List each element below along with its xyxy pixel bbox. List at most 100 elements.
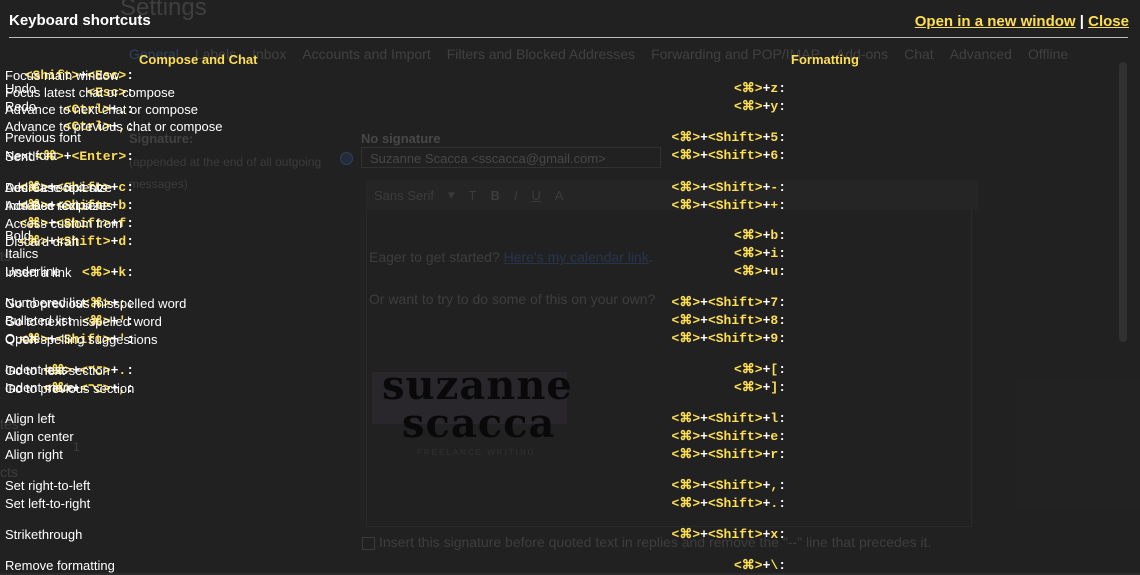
key: <⌘>: [733, 246, 763, 261]
shortcut-description: Decrease text size: [5, 180, 112, 195]
shortcut-row: <⌘>+<Shift>+8: Bulleted list: [0, 312, 786, 330]
shortcut-description: Redo: [5, 99, 37, 114]
key: <Shift>: [707, 478, 763, 493]
shortcut-keys: <⌘>+<Shift>+5:: [671, 130, 786, 145]
shortcut-row: <⌘>+<Shift>++: Increase text size: [0, 197, 786, 215]
compose-chat-heading: Compose and Chat: [139, 52, 258, 67]
shortcut-keys: <⌘>+<Shift>++:: [671, 198, 786, 213]
shortcut-description: Underline: [5, 264, 61, 279]
shortcut-row: <⌘>+<Shift>+9: Quote: [0, 330, 786, 348]
shortcut-keys: <⌘>+[:: [733, 362, 786, 377]
close-link[interactable]: Close: [1088, 13, 1129, 30]
key: <⌘>: [671, 447, 701, 462]
shortcut-description: Set right-to-left: [5, 478, 91, 493]
shortcut-row: <⌘>+z: Undo: [0, 80, 786, 98]
header-divider: [9, 37, 1128, 38]
key: <⌘>: [671, 148, 701, 163]
key: <⌘>: [671, 295, 701, 310]
shortcut-description: Quote: [5, 331, 41, 346]
shortcut-row: <⌘>+<Shift>+,: Set right-to-left: [0, 477, 786, 495]
shortcut-keys: <⌘>+u:: [733, 264, 786, 279]
key: <Shift>: [707, 496, 763, 511]
shortcut-keys: <⌘>+<Shift>+8:: [671, 313, 786, 328]
shortcut-description: Bold: [5, 228, 32, 243]
shortcut-description: Next font: [5, 148, 58, 163]
key: <⌘>: [671, 313, 701, 328]
shortcut-row: <⌘>+<Shift>+5: Previous font: [0, 129, 786, 147]
shortcut-description: Indent less: [5, 362, 68, 377]
shortcut-keys: <⌘>+b:: [733, 228, 786, 243]
shortcut-keys: <⌘>+<Shift>+r:: [671, 447, 786, 462]
shortcut-keys: <⌘>+z:: [733, 81, 786, 96]
shortcut-row: <⌘>+<Shift>+r: Align right: [0, 446, 786, 464]
shortcut-description: Align left: [5, 411, 55, 426]
shortcut-description: Numbered list: [5, 295, 86, 310]
key: <⌘>: [671, 331, 701, 346]
shortcut-keys: <⌘>+i:: [733, 246, 786, 261]
shortcut-keys: <⌘>+<Shift>+e:: [671, 429, 786, 444]
shortcut-description: Bulleted list: [5, 313, 72, 328]
shortcut-row: <⌘>+\: Remove formatting: [0, 557, 786, 575]
shortcut-keys: <⌘>+<Shift>+l:: [671, 411, 786, 426]
shortcut-keys: <⌘>+<Shift>+6:: [671, 148, 786, 163]
shortcut-keys: <⌘>+y:: [733, 99, 786, 114]
key: <⌘>: [733, 99, 763, 114]
open-new-window-link[interactable]: Open in a new window: [915, 13, 1076, 30]
shortcut-row: <⌘>+<Shift>+e: Align center: [0, 428, 786, 446]
shortcut-keys: <⌘>+<Shift>+-:: [671, 180, 786, 195]
key: <Shift>: [707, 198, 763, 213]
shortcut-description: Set left-to-right: [5, 496, 91, 511]
shortcut-description: Strikethrough: [5, 527, 83, 542]
key: <Shift>: [707, 130, 763, 145]
key: <Shift>: [707, 313, 763, 328]
key: <⌘>: [733, 558, 763, 573]
shortcut-description: Indent more: [5, 380, 75, 395]
shortcut-row: <⌘>+b: Bold: [0, 227, 786, 245]
shortcut-row: <⌘>+<Shift>+x: Strikethrough: [0, 526, 786, 544]
shortcut-row: <⌘>+<Shift>+l: Align left: [0, 410, 786, 428]
shortcut-keys: <⌘>+<Shift>+9:: [671, 331, 786, 346]
key: <Shift>: [707, 180, 763, 195]
shortcut-description: Align right: [5, 447, 63, 462]
key: <⌘>: [671, 478, 701, 493]
key: <⌘>: [671, 198, 701, 213]
shortcut-description: Align center: [5, 429, 74, 444]
key: <⌘>: [733, 362, 763, 377]
shortcut-keys: <⌘>+]:: [733, 380, 786, 395]
shortcut-row: <⌘>+<Shift>+.: Set left-to-right: [0, 495, 786, 513]
shortcut-row: <⌘>+]: Indent more: [0, 379, 786, 397]
key: <Shift>: [707, 527, 763, 542]
shortcut-row: <⌘>+<Shift>+7: Numbered list: [0, 294, 786, 312]
key: <Shift>: [707, 429, 763, 444]
shortcut-keys: <⌘>+<Shift>+7:: [671, 295, 786, 310]
shortcut-keys: <⌘>+<Shift>+.:: [671, 496, 786, 511]
shortcut-description: Remove formatting: [5, 558, 115, 573]
overlay-header-links: Open in a new window | Close: [915, 13, 1129, 30]
key: <⌘>: [733, 380, 763, 395]
overlay-title: Keyboard shortcuts: [9, 12, 151, 29]
shortcut-row: <⌘>+i: Italics: [0, 245, 786, 263]
shortcut-description: Previous font: [5, 130, 81, 145]
shortcut-keys: <⌘>+<Shift>+x:: [671, 527, 786, 542]
key: <⌘>: [671, 180, 701, 195]
shortcut-row: <⌘>+<Shift>+-: Decrease text size: [0, 179, 786, 197]
shortcut-row: <⌘>+<Shift>+6: Next font: [0, 147, 786, 165]
shortcut-keys: <⌘>+\:: [733, 558, 786, 573]
key: <⌘>: [733, 264, 763, 279]
shortcut-row: <⌘>+u: Underline: [0, 263, 786, 281]
formatting-heading: Formatting: [791, 52, 859, 67]
key: <Shift>: [707, 148, 763, 163]
link-separator: |: [1079, 13, 1084, 30]
shortcut-keys: <⌘>+<Shift>+,:: [671, 478, 786, 493]
shortcut-description: Italics: [5, 246, 39, 261]
key: <⌘>: [671, 527, 701, 542]
key: <Shift>: [707, 411, 763, 426]
shortcut-description: Undo: [5, 81, 37, 96]
key: <⌘>: [671, 496, 701, 511]
key: <⌘>: [671, 130, 701, 145]
key: <Shift>: [707, 295, 763, 310]
shortcut-description: Increase text size: [5, 198, 107, 213]
key: <Shift>: [707, 331, 763, 346]
key: <Shift>: [707, 447, 763, 462]
shortcut-row: <⌘>+[: Indent less: [0, 361, 786, 379]
